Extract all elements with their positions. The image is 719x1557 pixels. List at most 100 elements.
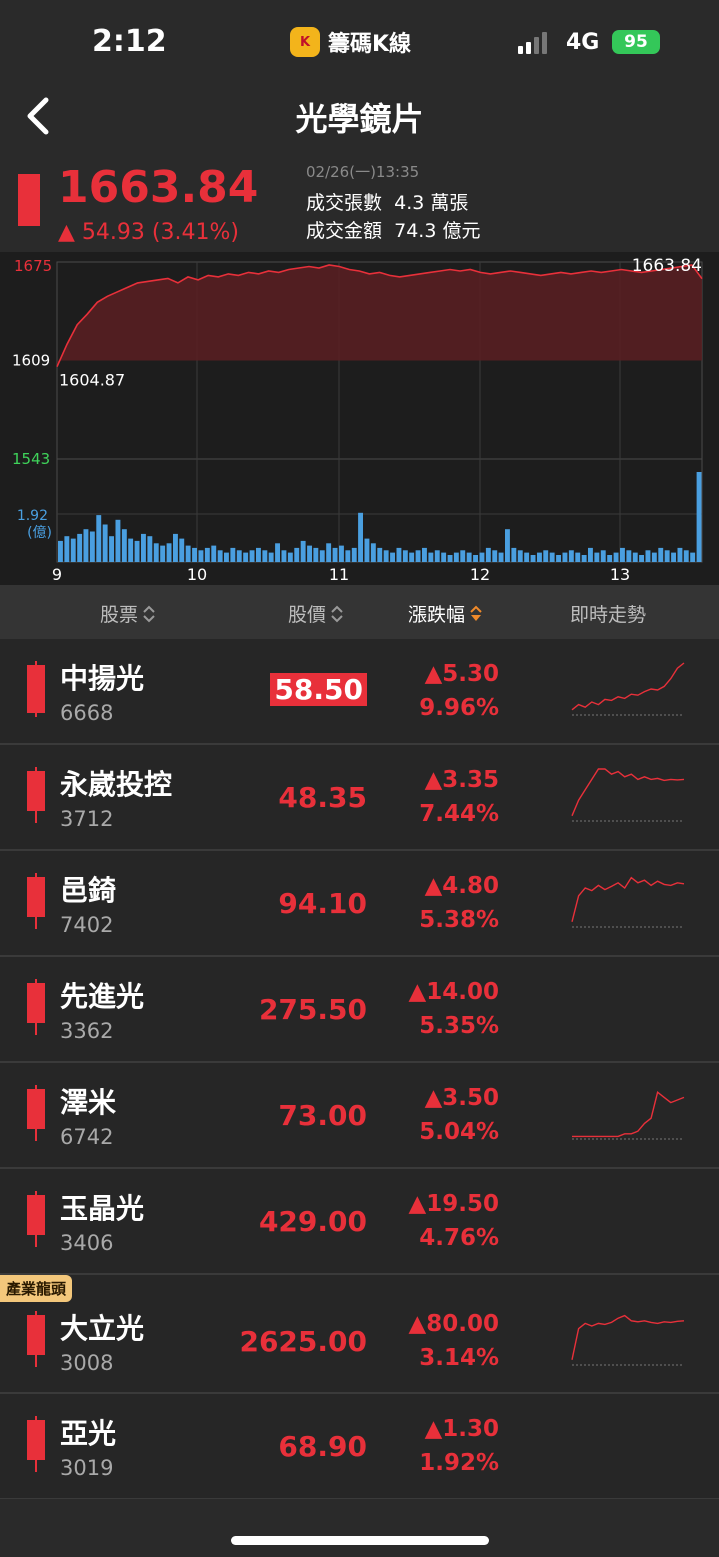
stock-row[interactable]: 中揚光 6668 58.50 ▲5.30 9.96%	[0, 639, 719, 745]
stock-code: 3008	[60, 1351, 114, 1375]
stock-name: 亞光	[60, 1417, 117, 1450]
volume-bar	[581, 555, 587, 562]
stock-row[interactable]: 產業龍頭 大立光 3008 2625.00 ▲80.00 3.14%	[0, 1275, 719, 1394]
stock-row[interactable]: 邑錡 7402 94.10 ▲4.80 5.38%	[0, 851, 719, 957]
stock-change: ▲1.30	[424, 1416, 499, 1442]
volume-bar	[198, 550, 204, 562]
price-axis-top: 1675	[14, 257, 52, 275]
header-change[interactable]: 漲跌幅	[408, 600, 483, 627]
candle-icon	[27, 1311, 45, 1367]
trend-sparkline	[571, 876, 685, 928]
stock-list: 中揚光 6668 58.50 ▲5.30 9.96% 永崴投控 3712 48.35 ▲3.35…	[0, 639, 719, 1500]
stock-row[interactable]: 永崴投控 3712 48.35 ▲3.35 7.44%	[0, 745, 719, 851]
volume-bar	[651, 552, 657, 562]
volume-bar	[434, 550, 440, 562]
stock-price: 73.00	[278, 1099, 367, 1132]
sort-icon	[331, 605, 343, 622]
volume-bar	[428, 552, 434, 562]
stock-code: 3362	[60, 1019, 114, 1043]
volume-bar	[639, 555, 644, 562]
index-datetime: 02/26(一)13:35	[306, 163, 420, 181]
volume-bar	[332, 547, 338, 562]
stock-row[interactable]: 亞光 3019 68.90 ▲1.30 1.92%	[0, 1394, 719, 1500]
status-app: K 籌碼K線	[290, 26, 411, 58]
network-type: 4G	[566, 30, 600, 55]
volume-bar	[537, 552, 542, 562]
volume-bar	[326, 543, 332, 563]
stock-change: ▲19.50	[408, 1191, 499, 1217]
volume-bar	[319, 550, 325, 562]
volume-bar	[96, 515, 102, 562]
stock-code: 7402	[60, 913, 114, 937]
stock-change-pct: 7.44%	[419, 801, 499, 827]
home-indicator[interactable]	[231, 1536, 489, 1545]
stock-change: ▲3.35	[424, 767, 499, 793]
volume-bar	[390, 552, 395, 562]
volume-bar	[287, 552, 293, 562]
volume-bar	[134, 540, 140, 562]
volume-bar	[351, 547, 357, 562]
volume-bar	[345, 550, 351, 562]
volume-bar	[249, 550, 255, 562]
header-price-label: 股價	[288, 604, 327, 626]
volume-bar	[517, 550, 523, 562]
volume-bar	[396, 547, 402, 562]
volume-axis-label: 1.92	[17, 508, 48, 524]
volume-bar	[115, 519, 121, 562]
index-change: ▲ 54.93 (3.41%)	[58, 220, 239, 245]
last-price-label: 1663.84	[632, 256, 702, 276]
candle-icon	[27, 661, 45, 717]
stock-code: 3406	[60, 1231, 114, 1255]
stock-row[interactable]: 澤米 6742 73.00 ▲3.50 5.04%	[0, 1063, 719, 1169]
volume-bar	[160, 545, 166, 562]
header-stock[interactable]: 股票	[100, 600, 156, 627]
volume-bar	[89, 531, 95, 562]
app-logo-icon: K	[290, 27, 320, 57]
volume-bar	[524, 552, 530, 562]
signal-icon	[518, 32, 547, 54]
stock-row[interactable]: 先進光 3362 275.50 ▲14.00 5.35%	[0, 957, 719, 1063]
volume-bar	[607, 555, 613, 562]
stock-row[interactable]: 玉晶光 3406 429.00 ▲19.50 4.76%	[0, 1169, 719, 1275]
stock-code: 6742	[60, 1125, 114, 1149]
volume-bar	[479, 552, 485, 562]
stock-change-pct: 4.76%	[419, 1225, 499, 1251]
volume-bar	[141, 533, 146, 562]
volume-unit-label: (億)	[27, 525, 52, 541]
header-trend-label: 即時走勢	[570, 604, 647, 626]
volume-bar	[147, 536, 153, 562]
volume-bar	[620, 547, 625, 562]
volume-bar	[243, 552, 249, 562]
volume-bar	[307, 545, 312, 562]
volume-bar	[645, 550, 651, 562]
volume-bar	[262, 550, 268, 562]
volume-value: 4.3 萬張	[394, 192, 469, 214]
stock-change: ▲3.50	[424, 1085, 499, 1111]
intraday-chart-svg: 9 10 11 12 13 1675 1609 1543 1604.87 1663.84 1.92(…	[12, 256, 703, 584]
volume-bar	[683, 550, 689, 562]
trend-sparkline	[572, 1090, 685, 1140]
candle-icon	[27, 767, 45, 823]
status-time: 2:12	[92, 24, 167, 59]
candle-icon	[27, 979, 45, 1035]
sort-desc-icon	[470, 605, 482, 621]
intraday-chart[interactable]: 9 10 11 12 13 1675 1609 1543 1604.87 1663.84 1.92(…	[0, 252, 719, 585]
volume-bar	[217, 550, 223, 562]
stock-change-pct: 1.92%	[419, 1450, 499, 1476]
volume-bar	[230, 547, 236, 562]
volume-bar	[415, 550, 421, 562]
index-summary: 1663.84 ▲ 54.93 (3.41%) 02/26(一)13:35 成交…	[0, 152, 719, 252]
volume-bar	[632, 552, 638, 562]
stock-change: ▲14.00	[408, 979, 499, 1005]
volume-bar	[109, 536, 114, 562]
stock-price: 429.00	[258, 1205, 367, 1238]
price-axis-bottom: 1543	[12, 450, 50, 468]
volume-bar	[696, 472, 702, 562]
volume-bar	[511, 547, 517, 562]
volume-bar	[313, 547, 319, 562]
candle-icon	[27, 1191, 45, 1247]
volume-bar	[671, 552, 676, 562]
stock-price: 68.90	[278, 1430, 367, 1463]
volume-bar	[543, 550, 549, 562]
header-price[interactable]: 股價	[288, 600, 344, 627]
